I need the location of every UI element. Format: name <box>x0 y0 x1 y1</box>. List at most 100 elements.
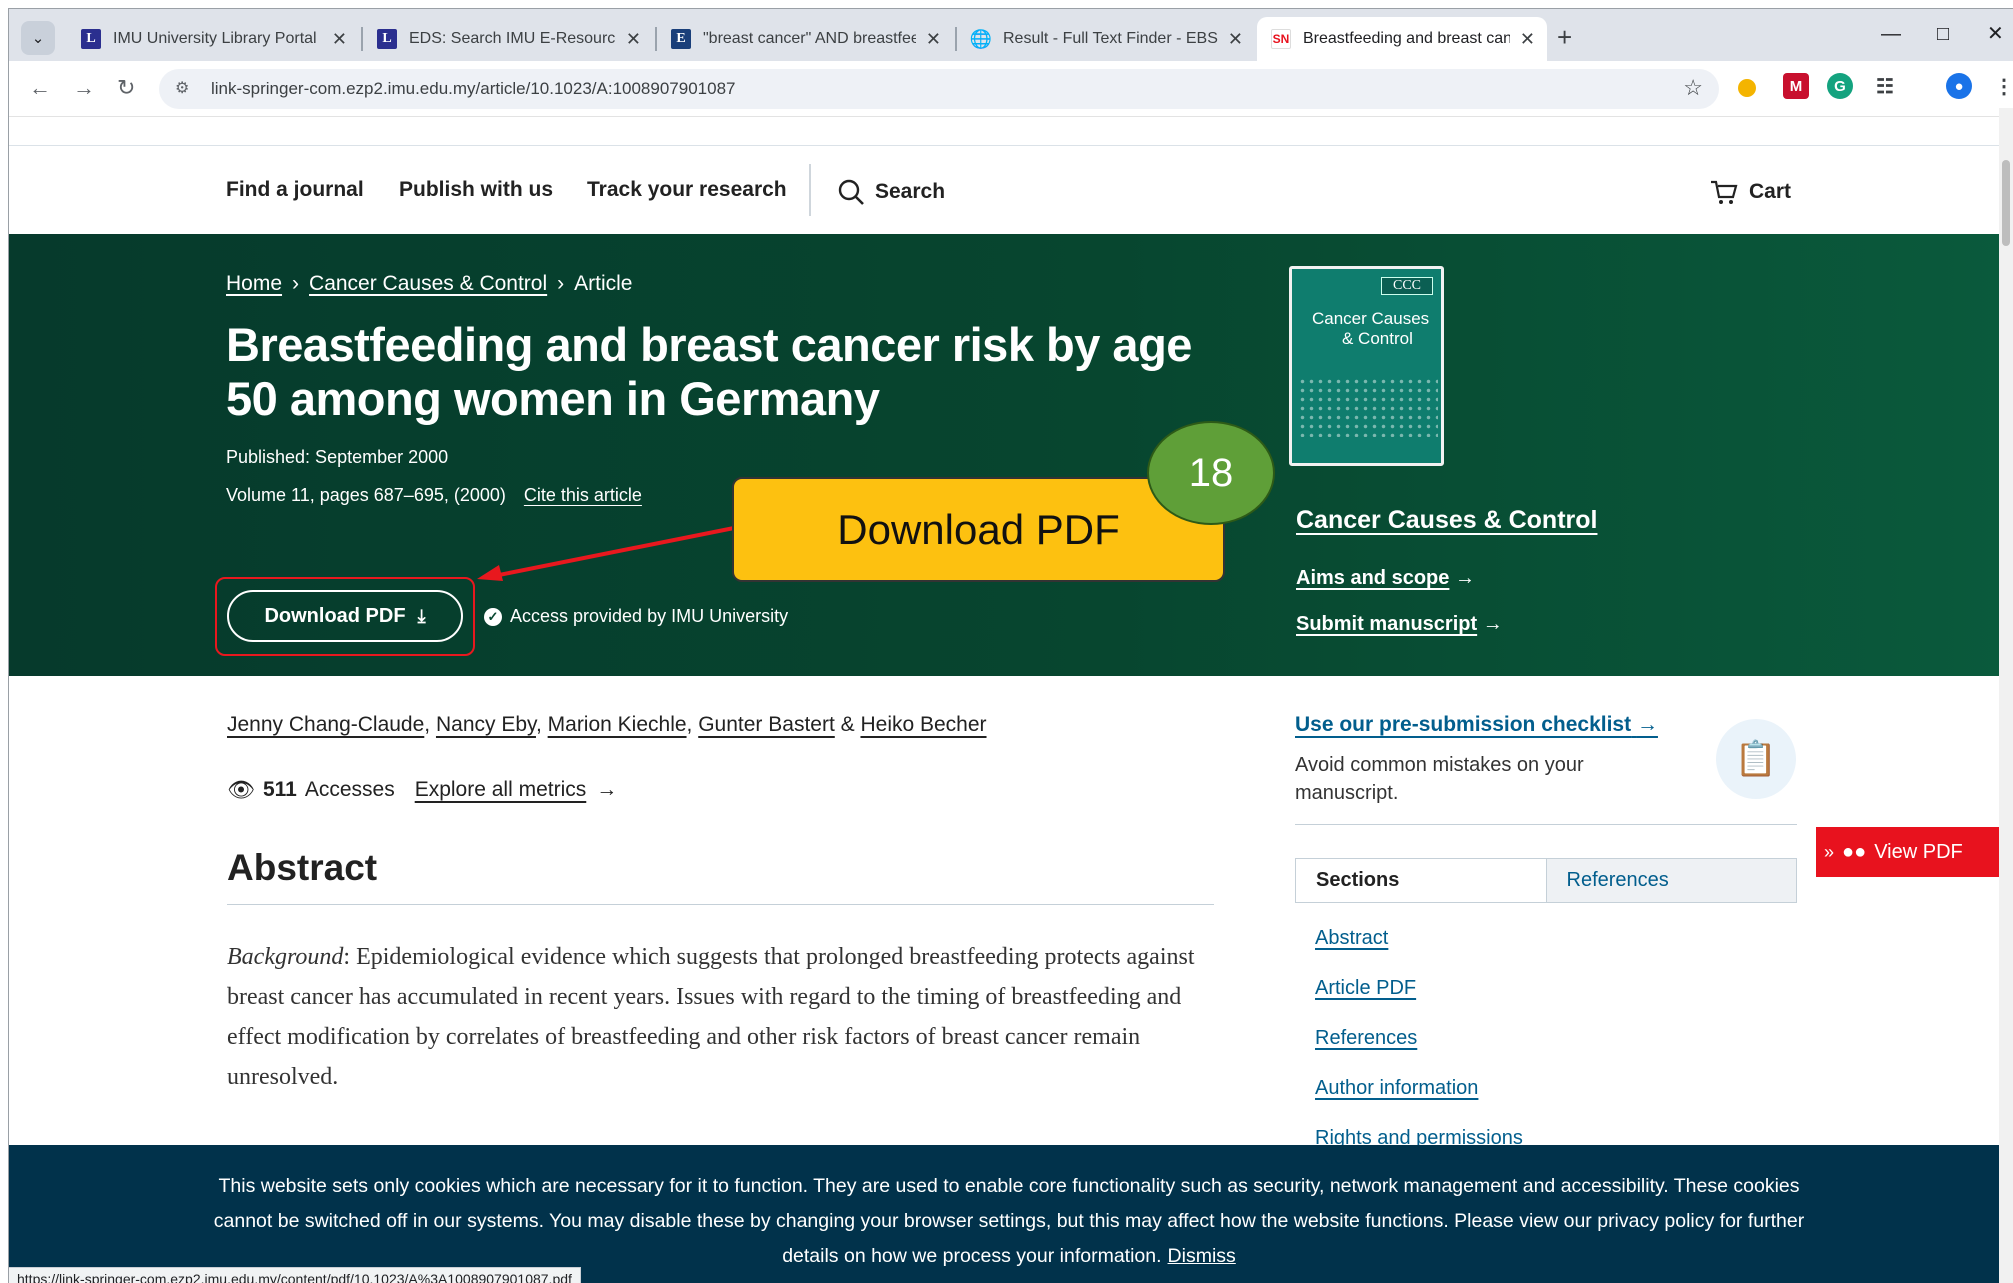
address-bar[interactable]: ⚙ link-springer-com.ezp2.imu.edu.my/arti… <box>159 69 1719 109</box>
nav-find-journal[interactable]: Find a journal <box>226 178 364 202</box>
tab-full-text-finder[interactable]: 🌐 Result - Full Text Finder - EBSCO ✕ <box>957 17 1255 61</box>
site-header: Find a journal Publish with us Track you… <box>9 145 2013 234</box>
extension-mendeley-icon[interactable]: M <box>1783 73 1809 99</box>
cover-pattern <box>1298 377 1438 437</box>
arrow-right-icon: → <box>1482 613 1503 635</box>
browser-window: ⌄ L IMU University Library Portal ✕ L ED… <box>8 8 2013 1283</box>
profile-avatar-icon[interactable]: ● <box>1946 73 1972 99</box>
access-info: ✓ Access provided by IMU University <box>484 606 788 627</box>
view-pdf-button[interactable]: » ●● View PDF <box>1816 827 2013 877</box>
abstract-text: Background: Epidemiological evidence whi… <box>227 937 1207 1097</box>
journal-name-link[interactable]: Cancer Causes & Control <box>1296 506 1597 535</box>
cover-title-line2: & Control <box>1342 329 1413 348</box>
abstract-label: Background <box>227 944 344 970</box>
cart-icon <box>1711 180 1738 204</box>
chevron-right-icon: › <box>557 272 565 295</box>
tab-references[interactable]: References <box>1545 859 1796 902</box>
chevron-right-icon: › <box>292 272 300 295</box>
mendeley-icon: ●● <box>1842 840 1867 863</box>
view-pdf-label: View PDF <box>1874 840 1963 863</box>
cover-abbr: CCC <box>1381 277 1433 295</box>
section-link-abstract[interactable]: Abstract <box>1315 927 1388 950</box>
arrow-right-icon: → <box>1636 713 1658 736</box>
author-link[interactable]: Nancy Eby <box>436 713 536 736</box>
cover-title: Cancer Causes & Control <box>1312 309 1441 349</box>
tab-springer-article[interactable]: SN Breastfeeding and breast cance ✕ <box>1257 17 1547 61</box>
arrow-right-icon: → <box>1454 567 1475 589</box>
breadcrumb-home[interactable]: Home <box>226 272 282 295</box>
new-tab-icon[interactable]: + <box>1557 22 1572 52</box>
divider <box>227 904 1214 905</box>
tab-eds-search[interactable]: L EDS: Search IMU E-Resources C ✕ <box>363 17 653 61</box>
explore-metrics-link[interactable]: Explore all metrics <box>415 778 587 802</box>
cite-article-link[interactable]: Cite this article <box>524 485 642 505</box>
checklist-label: Use our pre-submission checklist <box>1295 713 1632 736</box>
pre-submission-checklist-link[interactable]: Use our pre-submission checklist → <box>1295 713 1658 737</box>
volume-text: Volume 11, pages 687–695, (2000) <box>226 485 506 505</box>
close-window-icon[interactable]: ✕ <box>1987 19 2004 49</box>
cookie-banner: This website sets only cookies which are… <box>9 1145 2008 1283</box>
breadcrumb: Home › Cancer Causes & Control › Article <box>226 272 633 296</box>
submit-manuscript-label: Submit manuscript <box>1296 613 1478 635</box>
tab-imu-library[interactable]: L IMU University Library Portal ✕ <box>67 17 359 61</box>
tab-search-dropdown-icon[interactable]: ⌄ <box>21 21 55 55</box>
volume-info: Volume 11, pages 687–695, (2000) Cite thi… <box>226 485 642 506</box>
divider <box>1295 824 1797 825</box>
bookmark-star-icon[interactable]: ☆ <box>1683 75 1703 101</box>
browser-toolbar: ← → ↻ ⚙ link-springer-com.ezp2.imu.edu.m… <box>9 61 2013 117</box>
nav-cart-button[interactable]: Cart <box>1709 178 1791 206</box>
accesses-count: 511 <box>262 778 297 801</box>
close-tab-icon[interactable]: ✕ <box>926 29 941 50</box>
nav-publish[interactable]: Publish with us <box>399 178 553 202</box>
cart-label: Cart <box>1749 180 1792 203</box>
reload-icon[interactable]: ↻ <box>117 73 135 103</box>
tab-title: "breast cancer" AND breastfeed <box>703 30 916 47</box>
step-number-badge: 18 <box>1147 421 1275 525</box>
author-link[interactable]: Heiko Becher <box>860 713 986 736</box>
extension-colorful-icon[interactable] <box>1738 79 1756 97</box>
back-icon[interactable]: ← <box>29 73 51 103</box>
author-list: Jenny Chang-Claude, Nancy Eby, Marion Ki… <box>227 713 987 736</box>
nav-search-button[interactable]: Search <box>837 178 945 206</box>
site-settings-icon[interactable]: ⚙ <box>175 78 189 98</box>
close-tab-icon[interactable]: ✕ <box>332 29 347 50</box>
section-link-article-pdf[interactable]: Article PDF <box>1315 977 1416 1000</box>
nav-divider <box>809 164 811 216</box>
library-favicon-icon: L <box>81 29 101 49</box>
abstract-body: : Epidemiological evidence which suggest… <box>227 944 1195 1090</box>
status-bar-url: https://link-springer-com.ezp2.imu.edu.m… <box>9 1267 581 1283</box>
browser-menu-icon[interactable]: ⋮ <box>1991 73 2013 99</box>
aims-scope-label: Aims and scope <box>1296 567 1450 589</box>
double-chevron-icon: » <box>1824 841 1835 862</box>
nav-track-research[interactable]: Track your research <box>587 178 787 202</box>
breadcrumb-journal[interactable]: Cancer Causes & Control <box>309 272 547 295</box>
aims-scope-link[interactable]: Aims and scope → <box>1296 567 1475 590</box>
globe-icon: 🌐 <box>969 28 993 50</box>
author-link[interactable]: Jenny Chang-Claude <box>227 713 424 736</box>
minimize-icon[interactable]: — <box>1881 19 1901 49</box>
url-text[interactable]: link-springer-com.ezp2.imu.edu.my/articl… <box>211 79 735 99</box>
scrollbar-track[interactable] <box>1999 108 2013 1283</box>
close-tab-icon[interactable]: ✕ <box>626 29 641 50</box>
tab-sections[interactable]: Sections <box>1296 859 1546 902</box>
section-link-author-info[interactable]: Author information <box>1315 1077 1478 1100</box>
author-link[interactable]: Marion Kiechle <box>548 713 687 736</box>
tab-title: Breastfeeding and breast cance <box>1303 30 1510 47</box>
maximize-icon[interactable]: □ <box>1937 19 1949 49</box>
journal-cover[interactable]: CCC Cancer Causes & Control <box>1289 266 1444 466</box>
author-link[interactable]: Gunter Bastert <box>698 713 835 736</box>
forward-icon[interactable]: → <box>73 73 95 103</box>
section-link-references[interactable]: References <box>1315 1027 1417 1050</box>
scrollbar-thumb[interactable] <box>2002 160 2010 246</box>
extension-grammarly-icon[interactable]: G <box>1827 73 1853 99</box>
cover-title-line1: Cancer Causes <box>1312 309 1430 328</box>
close-tab-icon[interactable]: ✕ <box>1520 29 1535 50</box>
accesses-label: Accesses <box>304 778 395 801</box>
dismiss-cookie-link[interactable]: Dismiss <box>1168 1245 1236 1267</box>
check-circle-icon: ✓ <box>484 607 502 626</box>
close-tab-icon[interactable]: ✕ <box>1228 29 1243 50</box>
submit-manuscript-link[interactable]: Submit manuscript → <box>1296 613 1503 636</box>
abstract-heading: Abstract <box>227 847 378 888</box>
extensions-puzzle-icon[interactable]: ☷ <box>1872 73 1898 99</box>
tab-ebsco-results[interactable]: E "breast cancer" AND breastfeed ✕ <box>657 17 953 61</box>
